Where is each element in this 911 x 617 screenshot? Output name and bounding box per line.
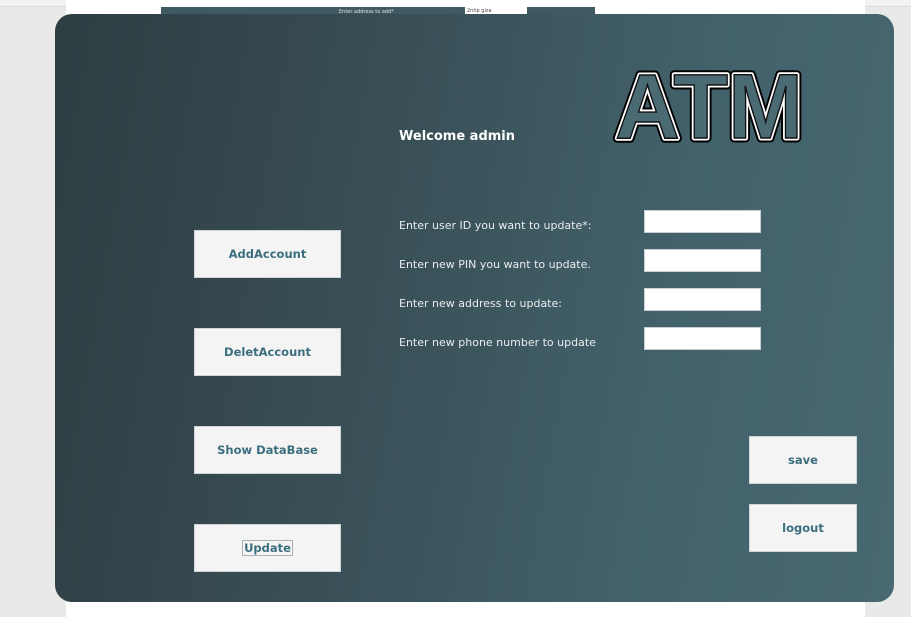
logout-button[interactable]: logout bbox=[749, 504, 857, 552]
welcome-text: Welcome admin bbox=[399, 129, 516, 144]
atm-admin-panel: ATM ATM ATM Welcome admin AddAccount Del… bbox=[55, 14, 894, 602]
pin-label: Enter new PIN you want to update. bbox=[399, 258, 591, 271]
address-label: Enter new address to update: bbox=[399, 297, 562, 310]
update-button[interactable]: Update bbox=[194, 524, 341, 572]
address-input[interactable] bbox=[644, 288, 761, 311]
pin-input[interactable] bbox=[644, 249, 761, 272]
update-button-label: Update bbox=[242, 540, 293, 556]
atm-logo-fill: ATM bbox=[615, 60, 803, 148]
add-account-button[interactable]: AddAccount bbox=[194, 230, 341, 278]
show-database-button[interactable]: Show DataBase bbox=[194, 426, 341, 474]
delete-account-button[interactable]: DeletAccount bbox=[194, 328, 341, 376]
phone-input[interactable] bbox=[644, 327, 761, 350]
atm-logo: ATM ATM ATM bbox=[611, 60, 807, 148]
save-button[interactable]: save bbox=[749, 436, 857, 484]
user-id-input[interactable] bbox=[644, 210, 761, 233]
phone-label: Enter new phone number to update bbox=[399, 336, 596, 349]
user-id-label: Enter user ID you want to update*: bbox=[399, 219, 592, 232]
